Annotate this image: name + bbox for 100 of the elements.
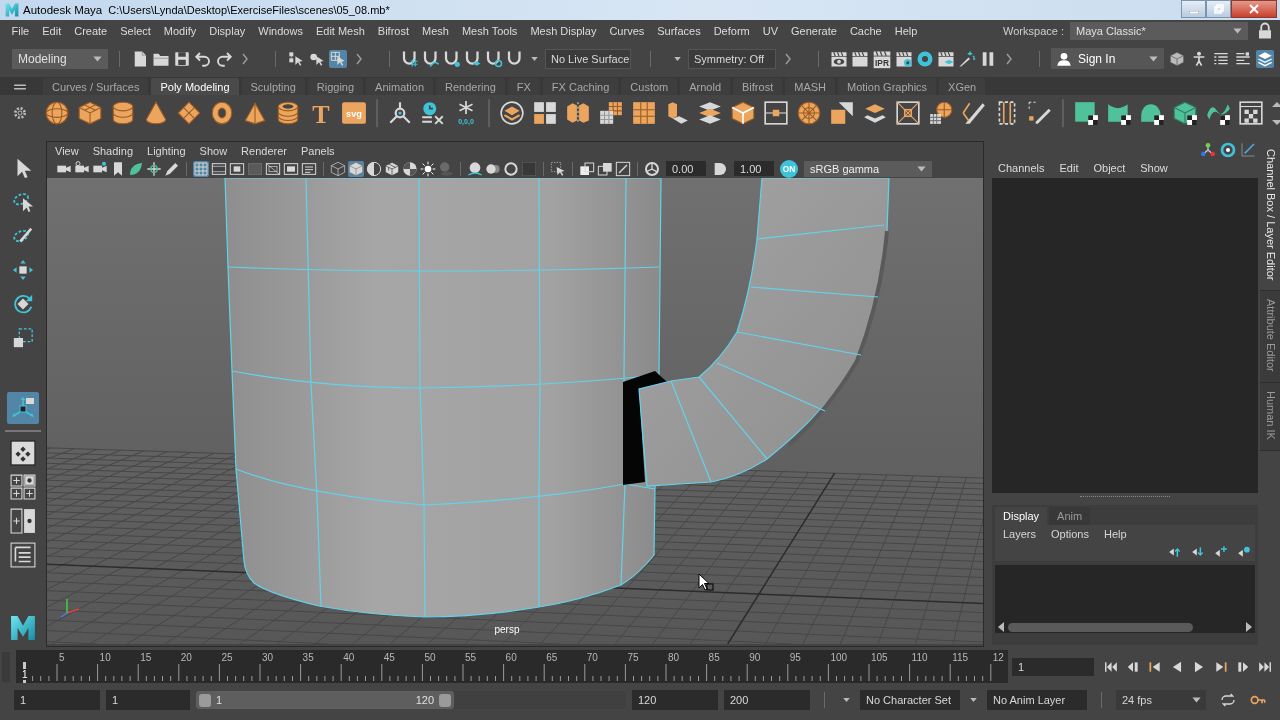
ring-icon[interactable] bbox=[916, 49, 934, 68]
loop-icon[interactable] bbox=[1220, 692, 1236, 708]
half-sphere-icon[interactable] bbox=[366, 160, 382, 177]
dashed-square-arrow-icon[interactable] bbox=[550, 160, 566, 177]
tiles-icon[interactable] bbox=[532, 99, 558, 126]
menu-item[interactable]: Display bbox=[202, 24, 252, 37]
shelf-tab[interactable]: XGen bbox=[939, 78, 986, 95]
menu-item[interactable]: Edit Mesh bbox=[309, 24, 372, 37]
wheel-icon[interactable] bbox=[796, 99, 822, 126]
wireframe-cube-icon[interactable] bbox=[330, 160, 346, 177]
menu-item[interactable]: Edit bbox=[35, 24, 68, 37]
shelf-tab[interactable]: Motion Graphics bbox=[838, 78, 937, 95]
cone-icon[interactable] bbox=[143, 99, 169, 126]
cube-checker-icon[interactable] bbox=[1172, 99, 1198, 126]
shelf-tab[interactable]: FX bbox=[507, 78, 540, 95]
character-set-field[interactable]: No Character Set bbox=[860, 690, 960, 710]
shelf-tab[interactable]: Custom bbox=[621, 78, 678, 95]
checker-sphere-icon[interactable] bbox=[402, 160, 418, 177]
menu-set-dropdown[interactable]: Modeling bbox=[12, 48, 108, 69]
panel-menu-item[interactable]: View bbox=[55, 144, 79, 157]
mug-handle[interactable] bbox=[638, 178, 890, 487]
go-to-end-icon[interactable] bbox=[1258, 659, 1272, 674]
shelf-tab[interactable]: Bifrost bbox=[733, 78, 783, 95]
dial-icon[interactable] bbox=[644, 160, 660, 177]
brush-icon[interactable] bbox=[164, 160, 180, 177]
clapper-diamond-icon[interactable] bbox=[937, 49, 955, 68]
pencil-icon[interactable] bbox=[1027, 99, 1053, 126]
menu-item[interactable]: Help bbox=[888, 24, 924, 37]
layer-editor-tab[interactable]: Anim bbox=[1049, 507, 1091, 525]
symmetry-field[interactable]: Symmetry: Off bbox=[688, 48, 776, 69]
overlapping-squares-icon[interactable] bbox=[597, 160, 613, 177]
panel-menu-item[interactable]: Lighting bbox=[147, 144, 186, 157]
layer-up-icon[interactable] bbox=[1168, 545, 1182, 559]
grid-square-icon[interactable] bbox=[631, 99, 657, 126]
menu-item[interactable]: Surfaces bbox=[650, 24, 708, 37]
side-tab[interactable]: Attribute Editor bbox=[1260, 291, 1280, 384]
sun-icon[interactable] bbox=[420, 160, 436, 177]
mesh-hole[interactable] bbox=[623, 371, 667, 485]
cube-icon[interactable] bbox=[1168, 49, 1186, 68]
circle-with-spokes-icon[interactable] bbox=[387, 99, 413, 126]
caret-icon[interactable] bbox=[842, 697, 851, 703]
layers-stack-icon[interactable] bbox=[1256, 49, 1274, 68]
crosshair-icon[interactable] bbox=[146, 160, 162, 177]
next-key-icon[interactable] bbox=[1236, 659, 1250, 674]
view-transform-dropdown[interactable]: sRGB gamma bbox=[804, 160, 932, 177]
scroll-right-icon[interactable] bbox=[1246, 622, 1252, 632]
two-view-layout-icon[interactable] bbox=[10, 508, 36, 534]
shelf-tab[interactable]: Arnold bbox=[680, 78, 731, 95]
layer-editor-tab[interactable]: Display bbox=[995, 507, 1048, 525]
menu-item[interactable]: Create bbox=[67, 24, 114, 37]
menu-item[interactable]: Cache bbox=[843, 24, 889, 37]
shelf-scroll-up-icon[interactable] bbox=[1271, 100, 1280, 107]
panel-menu-item[interactable]: Panels bbox=[300, 144, 335, 157]
layer-down-icon[interactable] bbox=[1191, 545, 1205, 559]
torus-icon[interactable] bbox=[209, 99, 235, 126]
shelf-tab[interactable]: Rigging bbox=[307, 78, 364, 95]
textured-cube-icon[interactable] bbox=[384, 160, 400, 177]
shelf-tab[interactable]: Rendering bbox=[436, 78, 505, 95]
wand-icon[interactable] bbox=[958, 49, 976, 68]
square-checker-icon[interactable] bbox=[1073, 99, 1099, 126]
time-slider-track[interactable]: 5 10 15 20 25 30 35 40 45 50 55 60 65 70 75 80 85 90 95 100 105 110 115 12 1 bbox=[16, 650, 1008, 683]
graph-line-icon[interactable] bbox=[1240, 141, 1256, 158]
outliner-layout-icon[interactable] bbox=[10, 542, 36, 568]
gamma-field[interactable]: 1.00 bbox=[734, 161, 774, 176]
range-slider-track[interactable]: 1 120 bbox=[196, 691, 626, 709]
half-circle-icon[interactable] bbox=[712, 160, 728, 177]
clapper-eye-icon[interactable] bbox=[830, 49, 848, 68]
two-squares-icon[interactable] bbox=[829, 99, 855, 126]
plane-icon[interactable] bbox=[176, 99, 202, 126]
squares-arrow-icon[interactable] bbox=[287, 49, 305, 68]
clapper-ring-icon[interactable] bbox=[895, 49, 913, 68]
caret-icon[interactable] bbox=[530, 55, 539, 62]
grid-icon[interactable] bbox=[193, 160, 209, 177]
fps-dropdown[interactable]: 24 fps bbox=[1116, 690, 1206, 710]
new-layer-icon[interactable] bbox=[1214, 545, 1228, 559]
menu-item[interactable]: UV bbox=[756, 24, 785, 37]
shelf-menu-icon[interactable] bbox=[13, 82, 27, 90]
menu-item[interactable]: Mesh Tools bbox=[455, 24, 524, 37]
shaded-cube-icon[interactable] bbox=[348, 160, 364, 177]
shelf-tab[interactable]: Sculpting bbox=[241, 78, 305, 95]
side-tab[interactable]: Human IK bbox=[1260, 383, 1280, 452]
magnet-icon[interactable] bbox=[506, 49, 524, 68]
pipe-icon[interactable] bbox=[275, 99, 301, 126]
save-icon[interactable] bbox=[173, 49, 191, 68]
sphere-icon[interactable] bbox=[44, 99, 70, 126]
shelf-tab[interactable]: MASH bbox=[785, 78, 835, 95]
layer-menu-item[interactable]: Layers bbox=[1003, 528, 1037, 540]
anim-layer-field[interactable]: No Anim Layer bbox=[987, 690, 1087, 710]
panel-menu-item[interactable]: Shading bbox=[92, 144, 134, 157]
menu-item[interactable]: Modify bbox=[157, 24, 203, 37]
clapper-icon[interactable] bbox=[851, 49, 869, 68]
beveled-cube-icon[interactable] bbox=[730, 99, 756, 126]
mug-body[interactable] bbox=[224, 178, 662, 618]
channel-box-menu-item[interactable]: Object bbox=[1093, 162, 1126, 174]
panel-menu-item[interactable]: Show bbox=[199, 144, 228, 157]
step-back-icon[interactable] bbox=[1148, 659, 1162, 674]
frame-block-icon[interactable] bbox=[229, 160, 245, 177]
menu-item[interactable]: Windows bbox=[251, 24, 310, 37]
stacked-planes-icon[interactable] bbox=[697, 99, 723, 126]
current-frame-field[interactable]: 1 bbox=[1012, 657, 1094, 676]
